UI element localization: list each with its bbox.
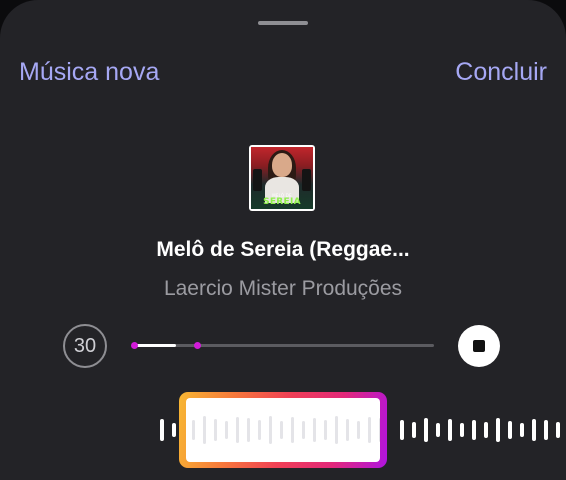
waveform-bar	[412, 422, 416, 438]
playback-progress-bar[interactable]	[131, 342, 434, 349]
selected-waveform-bar	[192, 420, 195, 440]
clip-selection-window[interactable]	[179, 392, 387, 468]
selected-waveform-bar	[280, 421, 283, 439]
done-button[interactable]: Concluir	[455, 56, 547, 88]
clip-position-marker[interactable]	[194, 342, 201, 349]
sheet-drag-handle[interactable]	[258, 21, 308, 25]
stop-icon	[473, 340, 485, 352]
new-music-button[interactable]: Música nova	[19, 56, 159, 88]
waveform-bar	[460, 423, 464, 437]
waveform-bar	[472, 420, 476, 440]
selected-waveform-bar	[357, 421, 360, 439]
waveform-bar	[484, 422, 488, 438]
selected-waveform-bar	[335, 416, 338, 444]
speaker-graphic	[302, 169, 311, 191]
selected-waveform-bar	[269, 416, 272, 444]
selected-waveform-bar	[379, 418, 380, 442]
selected-waveform-bar	[313, 418, 316, 442]
waveform-bar	[424, 418, 428, 442]
song-title: Melô de Sereia (Reggae...	[156, 238, 410, 261]
selected-waveform-bar	[324, 420, 327, 440]
clip-duration-label: 30	[73, 334, 97, 357]
waveform-bar	[544, 420, 548, 440]
waveform-bar	[160, 419, 164, 441]
album-cover: MELÔ DE SEREIA	[249, 145, 315, 211]
selected-waveform-bar	[302, 421, 305, 439]
waveform-bar	[532, 419, 536, 441]
artwork-figure-face	[272, 153, 292, 177]
waveform-bar	[436, 423, 440, 437]
selected-waveform-bar	[225, 421, 228, 439]
selected-waveform-bar	[247, 418, 250, 442]
progress-start-marker	[131, 342, 138, 349]
clip-selection-area	[186, 398, 380, 462]
selected-waveform-bar	[346, 419, 349, 441]
selected-waveform-bar	[291, 417, 294, 443]
waveform-bar	[508, 421, 512, 439]
waveform-bar	[556, 422, 560, 438]
selected-waveform-bar	[258, 420, 261, 440]
waveform-bar	[172, 423, 176, 437]
playback-progress-fill	[134, 344, 176, 347]
selected-waveform-bar	[368, 417, 371, 443]
album-artwork: MELÔ DE SEREIA	[251, 147, 313, 209]
selected-waveform-bar	[236, 417, 239, 443]
selected-waveform	[192, 416, 380, 444]
waveform-bar	[400, 420, 404, 440]
waveform-bar	[448, 419, 452, 441]
waveform-bar	[520, 423, 524, 437]
artwork-logo-text: SEREIA	[263, 197, 301, 207]
selected-waveform-bar	[214, 419, 217, 441]
song-artist: Laercio Mister Produções	[163, 277, 403, 300]
clip-duration-button[interactable]: 30	[63, 324, 107, 368]
music-picker-sheet: Música nova Concluir MELÔ DE SEREIA Melô…	[0, 0, 566, 480]
speaker-graphic	[253, 169, 262, 191]
waveform-bar	[496, 418, 500, 442]
selected-waveform-bar	[203, 416, 206, 444]
stop-button[interactable]	[458, 325, 500, 367]
